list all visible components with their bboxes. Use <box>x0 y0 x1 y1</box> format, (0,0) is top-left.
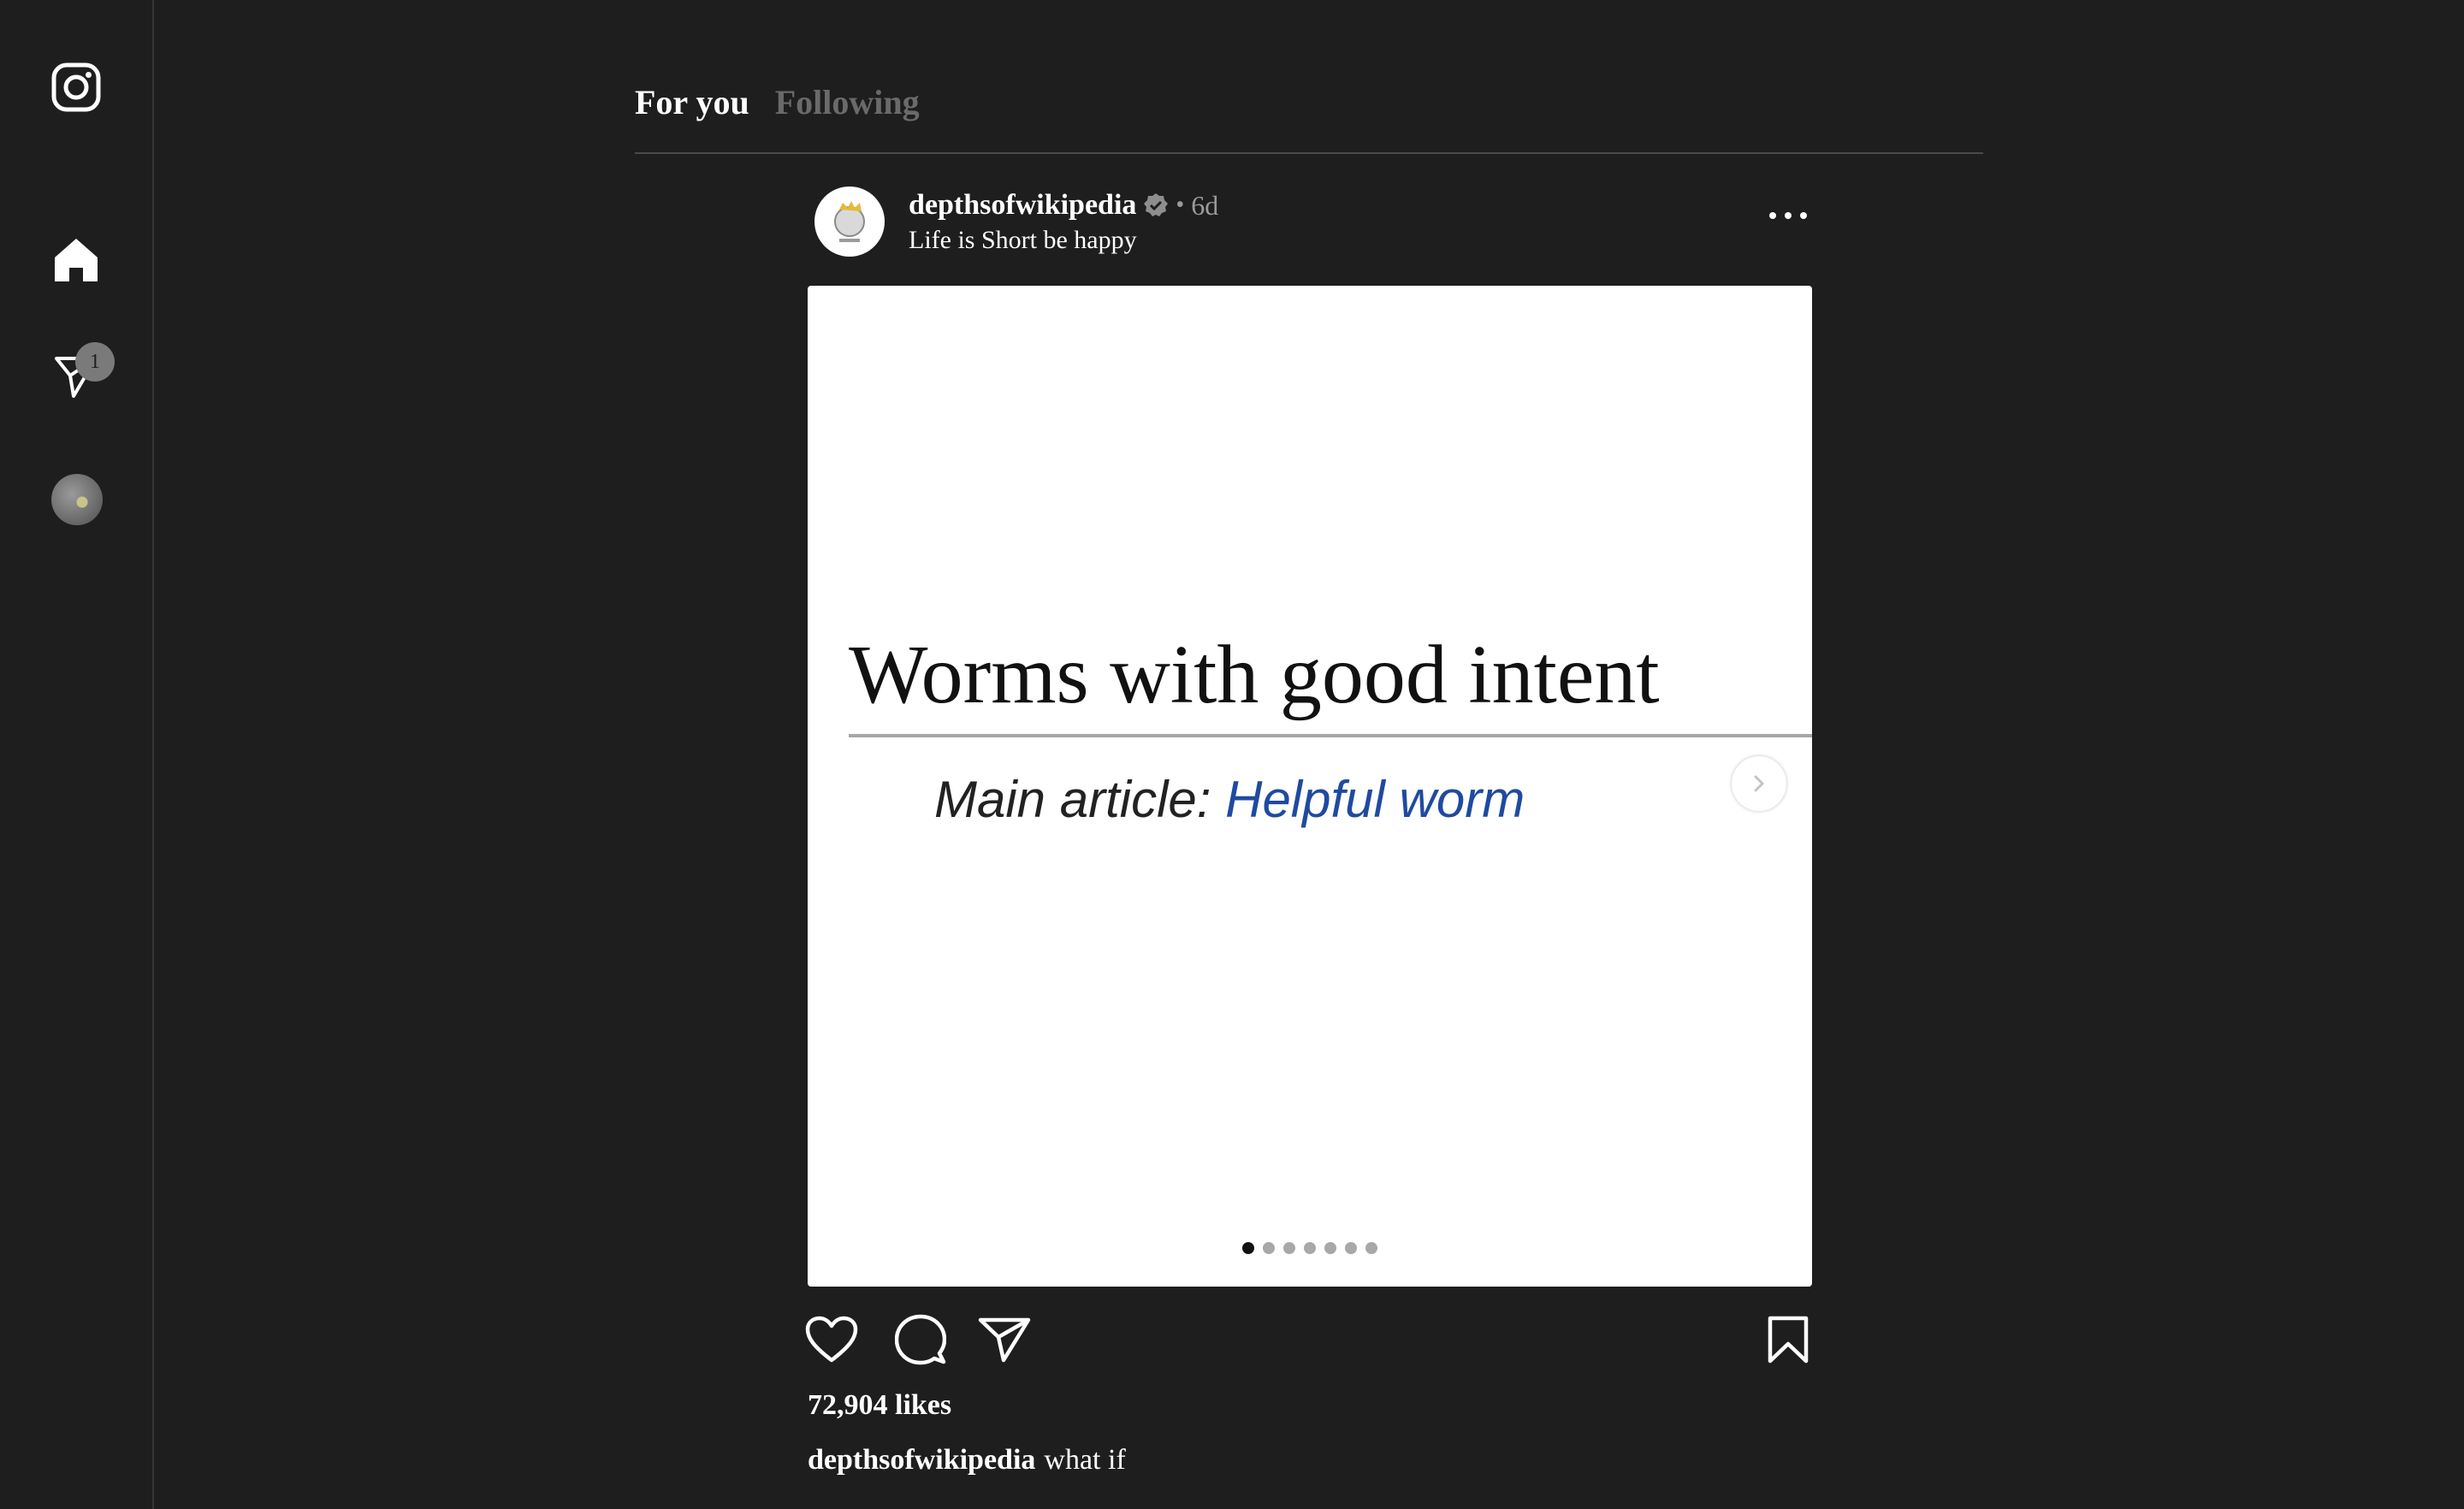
post-header: depthsofwikipedia • 6d Life is Short be … <box>814 186 1814 258</box>
caption-username[interactable]: depthsofwikipedia <box>808 1444 1035 1476</box>
carousel-dot <box>1324 1242 1336 1254</box>
username-row: depthsofwikipedia • 6d <box>909 186 1218 224</box>
save-button[interactable] <box>1761 1312 1815 1367</box>
heading-divider <box>849 734 1812 737</box>
post-image[interactable]: Worms with good intent Main article: Hel… <box>808 286 1812 1287</box>
wikipedia-globe-icon <box>834 201 865 242</box>
main-article-line: Main article: Helpful worm <box>934 770 1525 829</box>
chevron-right-icon <box>1754 775 1764 792</box>
likes-count[interactable]: 72,904 likes <box>808 1389 951 1422</box>
heart-icon <box>805 1316 858 1363</box>
carousel-dot <box>1242 1242 1254 1254</box>
carousel-dot <box>1304 1242 1316 1254</box>
post-time[interactable]: 6d <box>1191 190 1218 222</box>
caption-text: what if <box>1044 1444 1126 1476</box>
separator-dot: • <box>1176 192 1185 218</box>
comment-icon <box>895 1314 946 1365</box>
feed-tabs: For you Following <box>635 79 1983 154</box>
more-options-button[interactable] <box>1769 207 1807 224</box>
comment-button[interactable] <box>893 1312 948 1367</box>
post-username[interactable]: depthsofwikipedia <box>909 189 1136 222</box>
home-icon[interactable] <box>50 234 102 286</box>
bookmark-icon <box>1768 1316 1809 1364</box>
carousel-dot <box>1283 1242 1295 1254</box>
main-article-link: Helpful worm <box>1225 771 1525 828</box>
post-subtitle: Life is Short be happy <box>909 226 1137 254</box>
post-author-avatar[interactable] <box>814 186 885 257</box>
profile-avatar[interactable] <box>51 474 103 525</box>
post-caption: depthsofwikipedia what if <box>808 1444 1126 1476</box>
verified-badge-icon <box>1143 192 1169 218</box>
like-button[interactable] <box>804 1312 859 1367</box>
notification-badge: 1 <box>75 342 115 382</box>
share-button[interactable] <box>977 1312 1032 1367</box>
more-dot <box>1800 212 1807 219</box>
image-heading: Worms with good intent <box>849 629 1660 721</box>
carousel-dots <box>808 1242 1812 1254</box>
more-dot <box>1769 212 1776 219</box>
tab-for-you[interactable]: For you <box>635 79 749 127</box>
carousel-dot <box>1365 1242 1377 1254</box>
main-article-prefix: Main article: <box>934 771 1226 828</box>
send-icon <box>978 1317 1031 1363</box>
carousel-dot <box>1263 1242 1275 1254</box>
post-actions <box>804 1312 1815 1367</box>
more-dot <box>1785 212 1792 219</box>
instagram-logo-icon[interactable] <box>50 62 102 113</box>
sidebar: 1 <box>0 0 154 1509</box>
carousel-dot <box>1345 1242 1357 1254</box>
next-slide-button[interactable] <box>1732 756 1786 811</box>
tab-following[interactable]: Following <box>775 79 920 127</box>
